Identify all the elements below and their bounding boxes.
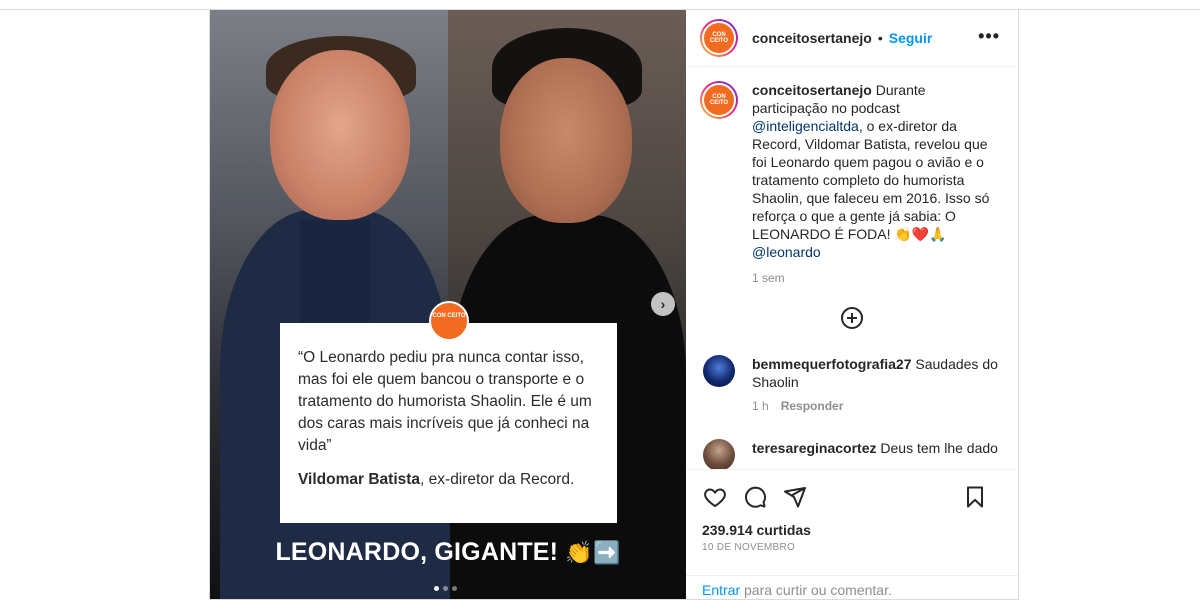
mention-link[interactable]: @inteligencialtda (752, 118, 859, 134)
caption-time[interactable]: 1 sem (752, 269, 992, 287)
commenter-avatar[interactable] (703, 439, 735, 469)
slide-indicator (434, 586, 457, 591)
reply-button[interactable]: Responder (781, 399, 844, 413)
commenter-avatar[interactable] (703, 355, 735, 387)
media-headline: LEONARDO, GIGANTE! 👏➡️ (210, 538, 686, 567)
person-left-face (270, 50, 410, 220)
quote-author-name: Vildomar Batista (298, 471, 421, 488)
post-actions-section: 239.914 curtidas 10 DE NOVEMBRO (686, 469, 1018, 575)
load-more-comments-icon[interactable] (841, 307, 863, 329)
comment-time[interactable]: 1 h (752, 399, 769, 413)
comment-icon[interactable] (742, 484, 768, 510)
quote-text: “O Leonardo pediu pra nunca contar isso,… (298, 349, 592, 454)
comment-meta: 1 h Responder (752, 397, 1004, 415)
caption-username[interactable]: conceitosertanejo (752, 82, 872, 98)
caption-body: conceitosertanejo Durante participação n… (752, 81, 992, 287)
post-caption: CON CEITO conceitosertanejo Durante part… (686, 67, 1018, 287)
login-prompt: Entrar para curtir ou comentar. (686, 575, 1018, 599)
slide-dot (443, 586, 448, 591)
commenter-username[interactable]: bemmequerfotografia27 (752, 356, 911, 372)
more-options-icon[interactable]: ••• (978, 26, 1000, 47)
follow-button[interactable]: Seguir (889, 30, 933, 46)
caption-text: conceitosertanejo Durante participação n… (752, 81, 992, 261)
next-slide-button[interactable]: › (651, 292, 675, 316)
login-link[interactable]: Entrar (702, 582, 740, 598)
header-username[interactable]: conceitosertanejo (752, 30, 872, 46)
likes-count[interactable]: 239.914 curtidas (702, 522, 1002, 538)
caption-avatar[interactable]: CON CEITO (700, 81, 738, 119)
comment-body: teresareginacortez Deus tem lhe dado (752, 439, 1004, 469)
post-header: CON CEITO conceitosertanejo • Seguir ••• (686, 10, 1018, 67)
quote-card: CON CEITO “O Leonardo pediu pra nunca co… (280, 301, 617, 523)
login-text: para curtir ou comentar. (740, 582, 892, 598)
post-dialog: › CON CEITO “O Leonardo pediu pra nunca … (209, 10, 1019, 600)
heart-icon[interactable] (702, 484, 728, 510)
mention-link[interactable]: @leonardo (752, 244, 821, 260)
comment-body: bemmequerfotografia27 Saudades do Shaoli… (752, 355, 1004, 415)
header-separator: • (877, 30, 883, 46)
action-bar (702, 484, 1002, 510)
commenter-username[interactable]: teresareginacortez (752, 440, 877, 456)
comment-item: bemmequerfotografia27 Saudades do Shaoli… (686, 355, 1018, 415)
caption-text-part: , o ex-diretor da Record, Vildomar Batis… (752, 118, 990, 242)
avatar-logo: CON CEITO (702, 83, 736, 117)
slide-dot (434, 586, 439, 591)
bookmark-icon[interactable] (962, 484, 988, 510)
person-left-shirt (300, 220, 370, 340)
slide-dot (452, 586, 457, 591)
post-media[interactable]: › CON CEITO “O Leonardo pediu pra nunca … (210, 10, 686, 599)
comment-text: bemmequerfotografia27 Saudades do Shaoli… (752, 355, 1004, 391)
comment-item: teresareginacortez Deus tem lhe dado (686, 439, 1018, 469)
comment-content: Deus tem lhe dado (876, 440, 998, 456)
avatar-logo: CON CEITO (702, 21, 736, 55)
quote-author-role: , ex-diretor da Record. (420, 471, 575, 488)
headline-emoji: 👏➡️ (565, 540, 621, 565)
headline-text: LEONARDO, GIGANTE! (275, 538, 559, 566)
person-right-face (500, 58, 632, 223)
share-icon[interactable] (782, 484, 808, 510)
comment-text: teresareginacortez Deus tem lhe dado (752, 439, 1004, 457)
quote-author: Vildomar Batista, ex-diretor da Record. (298, 471, 599, 489)
comments-area[interactable]: CON CEITO conceitosertanejo Durante part… (686, 67, 1018, 469)
brand-logo: CON CEITO (429, 301, 469, 341)
post-side-panel: CON CEITO conceitosertanejo • Seguir •••… (686, 10, 1018, 599)
account-avatar[interactable]: CON CEITO (700, 19, 738, 57)
post-date[interactable]: 10 DE NOVEMBRO (702, 542, 1002, 553)
